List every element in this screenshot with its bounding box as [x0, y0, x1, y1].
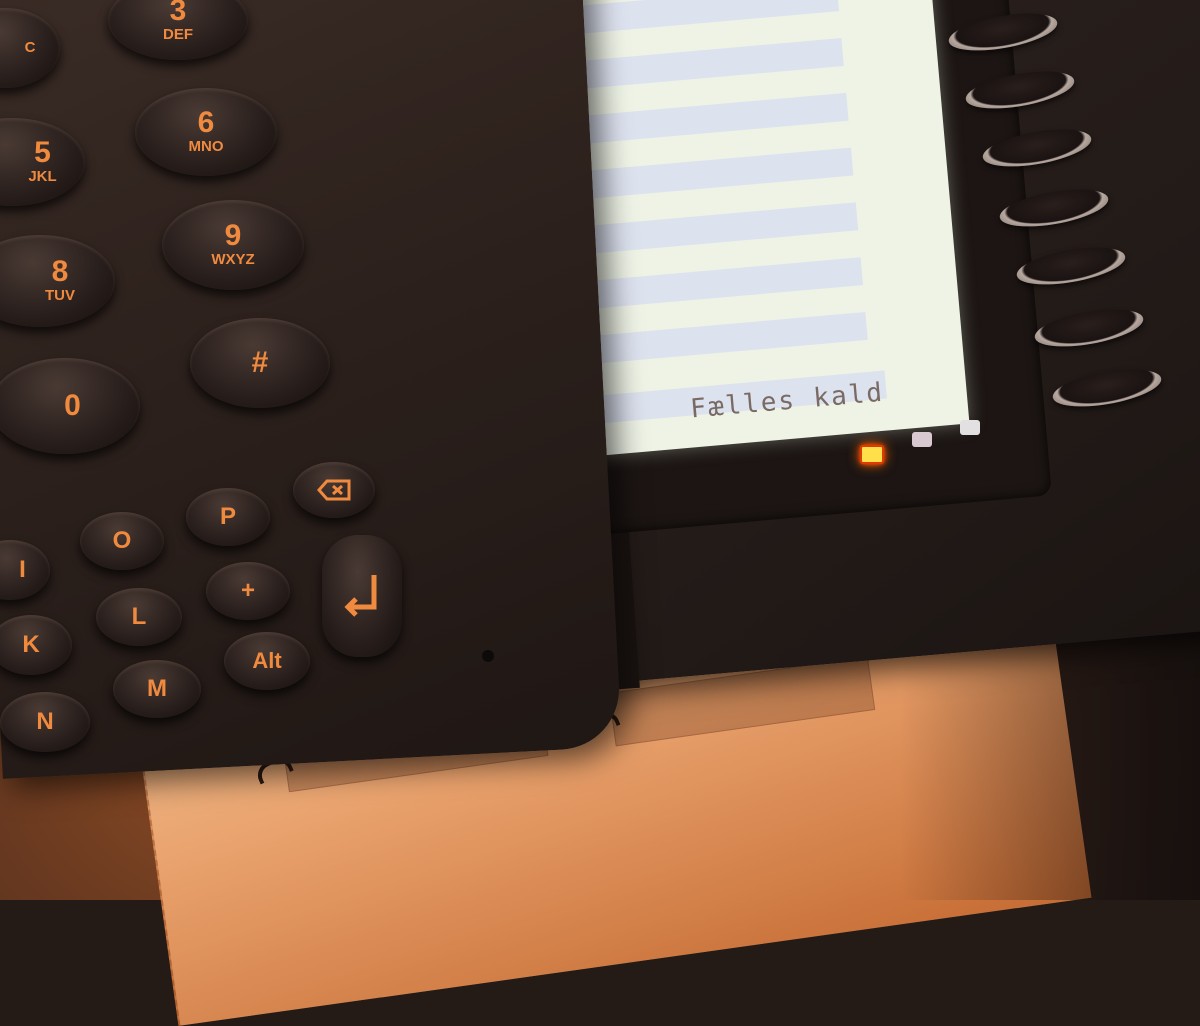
key-digit: 6	[197, 106, 215, 139]
key-alt[interactable]: Alt	[224, 632, 310, 690]
key-hash[interactable]: #	[190, 318, 330, 408]
key-digit: 0	[64, 389, 81, 422]
key-letter: P	[219, 503, 236, 530]
key-l[interactable]: L	[96, 588, 182, 646]
screen-row	[576, 147, 854, 200]
key-letter: +	[240, 577, 255, 604]
key-letter: L	[131, 603, 147, 630]
key-letter: Alt	[252, 648, 282, 673]
status-led-active	[860, 445, 884, 464]
return-arrow-icon	[344, 575, 377, 617]
key-digit: 5	[34, 136, 51, 169]
backspace-icon	[317, 479, 351, 501]
screen-row	[590, 311, 868, 364]
key-letter: K	[22, 631, 40, 658]
key-digit: C	[24, 39, 36, 56]
key-digit: 8	[51, 255, 69, 288]
key-letters: WXYZ	[211, 251, 255, 268]
microphone-hole	[482, 650, 494, 662]
screen-row	[580, 202, 859, 255]
key-9[interactable]: 9 WXYZ	[162, 200, 304, 290]
screen-row	[571, 92, 849, 145]
key-digit: #	[251, 346, 269, 379]
key-digit: 9	[224, 219, 242, 252]
key-plus[interactable]: +	[206, 562, 290, 620]
backspace-key[interactable]	[293, 462, 375, 518]
key-letter: I	[19, 556, 26, 583]
screen-row	[561, 0, 840, 36]
key-p[interactable]: P	[186, 488, 270, 546]
key-o[interactable]: O	[80, 512, 164, 570]
key-letters: JKL	[28, 168, 57, 185]
screen-row	[566, 38, 844, 90]
screen-row	[585, 257, 863, 310]
key-letters: TUV	[45, 287, 75, 304]
key-letters: MNO	[188, 138, 224, 155]
enter-key[interactable]	[322, 535, 402, 657]
key-letters: DEF	[163, 26, 193, 43]
status-led	[960, 420, 980, 435]
key-m[interactable]: M	[113, 660, 201, 718]
key-6[interactable]: 6 MNO	[135, 88, 277, 176]
key-digit: 3	[169, 0, 187, 27]
key-letter: O	[112, 527, 132, 554]
key-letter: N	[36, 708, 54, 735]
status-led	[912, 432, 932, 447]
key-letter: M	[147, 675, 167, 702]
key-n[interactable]: N	[0, 692, 90, 752]
